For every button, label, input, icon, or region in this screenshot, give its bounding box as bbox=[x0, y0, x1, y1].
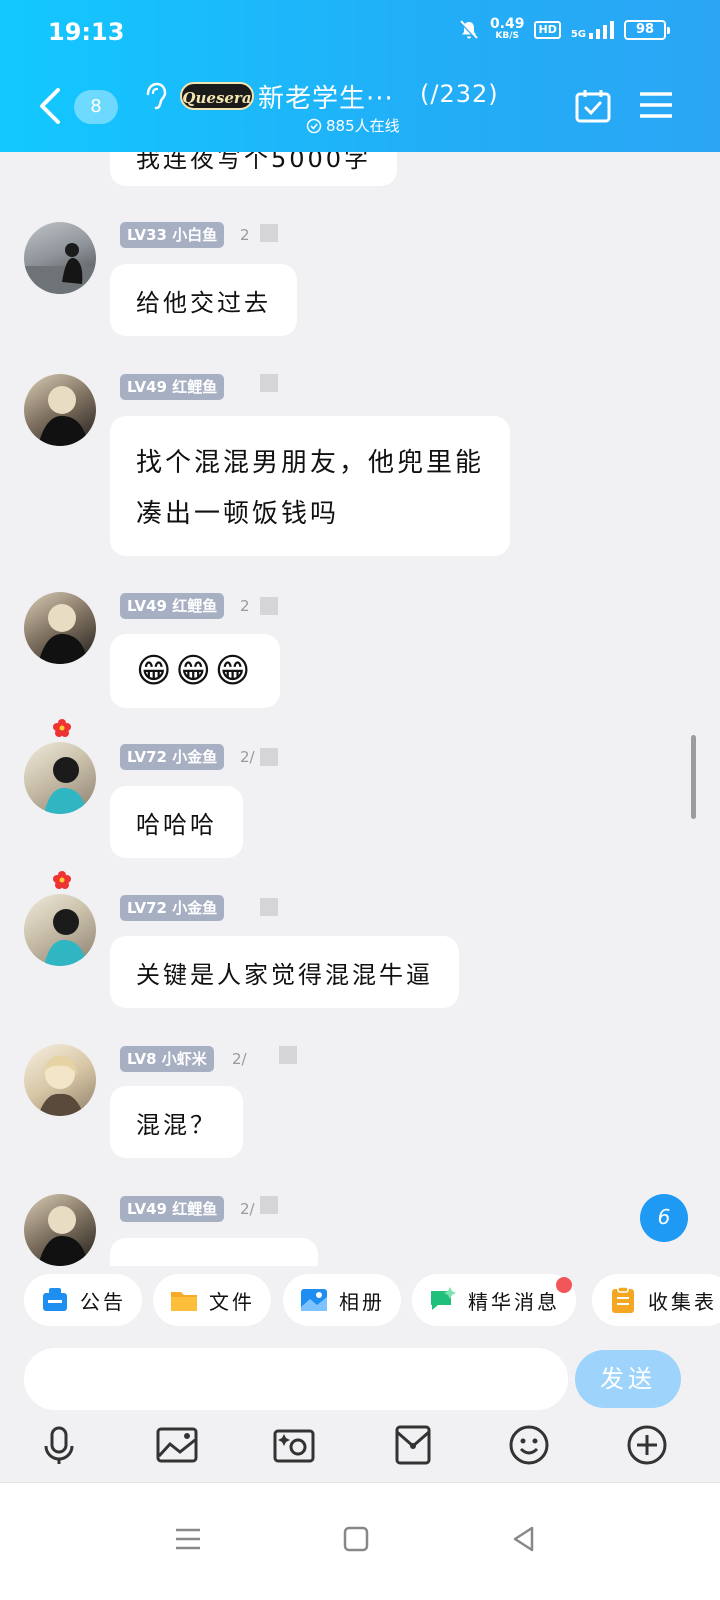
message-meta: 2 bbox=[240, 597, 250, 615]
message-meta: 2/ bbox=[240, 748, 255, 766]
level-badge: LV49 红鲤鱼 bbox=[120, 1196, 225, 1222]
ear-icon[interactable] bbox=[142, 80, 168, 112]
system-navigation-bar bbox=[0, 1482, 720, 1600]
camera-icon[interactable] bbox=[271, 1422, 317, 1468]
folder-icon bbox=[171, 1292, 197, 1311]
menu-icon[interactable] bbox=[638, 90, 674, 120]
album-icon bbox=[301, 1289, 327, 1311]
shortcut-files[interactable]: 文件 bbox=[153, 1274, 271, 1326]
avatar[interactable] bbox=[24, 1194, 96, 1266]
home-icon[interactable] bbox=[340, 1523, 372, 1555]
battery-icon: 98 bbox=[624, 20, 670, 40]
message-bubble[interactable]: 😁😁😁 bbox=[110, 634, 281, 708]
level-badge: LV49 红鲤鱼 bbox=[120, 374, 225, 400]
highlight-message-icon bbox=[431, 1287, 456, 1310]
level-badge: LV72 小金鱼 bbox=[120, 744, 225, 770]
flower-decoration-icon bbox=[53, 719, 71, 737]
avatar[interactable] bbox=[24, 592, 96, 664]
online-check-icon bbox=[306, 118, 322, 133]
title-square bbox=[260, 374, 278, 392]
shortcut-bar: 公告 文件 相册 精华消息 收集表 bbox=[0, 1266, 720, 1336]
avatar[interactable] bbox=[24, 374, 96, 446]
message-bubble[interactable]: 混混？ bbox=[110, 1086, 243, 1158]
avatar[interactable] bbox=[24, 222, 96, 294]
hd-badge: HD bbox=[534, 21, 561, 39]
status-icons: 0.49 KB/S HD 5G 98 bbox=[458, 16, 670, 42]
online-status: 885人在线 bbox=[306, 115, 400, 136]
level-badge: LV8 小虾米 bbox=[120, 1046, 214, 1072]
input-toolbar bbox=[0, 1416, 720, 1480]
image-icon[interactable] bbox=[154, 1422, 200, 1468]
avatar[interactable] bbox=[24, 894, 96, 966]
message-meta: 2/ bbox=[240, 1200, 255, 1218]
mute-bell-icon bbox=[459, 20, 479, 41]
avatar[interactable] bbox=[24, 742, 96, 814]
message-list[interactable]: 我连夜写个5000字 LV33 小白鱼 2 给他交过去 LV49 红鲤鱼 找个混… bbox=[0, 152, 720, 1266]
shortcut-highlights[interactable]: 精华消息 bbox=[412, 1274, 576, 1326]
shortcut-album[interactable]: 相册 bbox=[283, 1274, 401, 1326]
title-square bbox=[260, 898, 278, 916]
chat-header: 19:13 0.49 KB/S HD 5G 98 8 Quesera 新老学生··… bbox=[0, 0, 720, 152]
plus-icon[interactable] bbox=[624, 1422, 670, 1468]
group-title[interactable]: 新老学生··· bbox=[258, 78, 394, 115]
avatar[interactable] bbox=[24, 1044, 96, 1116]
clipboard-icon bbox=[612, 1286, 634, 1313]
microphone-icon[interactable] bbox=[36, 1422, 82, 1468]
recent-apps-icon[interactable] bbox=[172, 1523, 204, 1555]
message-input[interactable] bbox=[24, 1348, 568, 1410]
title-square bbox=[279, 1046, 297, 1064]
level-badge: LV33 小白鱼 bbox=[120, 222, 225, 248]
message-bubble[interactable]: 哈哈哈 bbox=[110, 786, 243, 858]
title-square bbox=[260, 748, 278, 766]
status-time: 19:13 bbox=[48, 18, 125, 46]
level-badge: LV72 小金鱼 bbox=[120, 895, 225, 921]
message-bubble[interactable]: 我连夜写个5000字 bbox=[110, 152, 398, 186]
shortcut-collection[interactable]: 收集表 bbox=[592, 1274, 720, 1326]
title-square bbox=[260, 597, 278, 615]
notification-dot bbox=[556, 1277, 572, 1293]
message-bubble[interactable]: 关键是人家觉得混混牛逼 bbox=[110, 936, 459, 1008]
new-message-count-badge[interactable]: 6 bbox=[640, 1194, 688, 1242]
net-speed: 0.49 KB/S bbox=[489, 16, 525, 41]
title-square bbox=[260, 1196, 278, 1214]
member-count: (/232) bbox=[420, 80, 499, 108]
message-meta: 2 bbox=[240, 226, 250, 244]
message-meta: 2/ bbox=[232, 1050, 247, 1068]
group-logo: Quesera bbox=[180, 82, 254, 110]
level-badge: LV49 红鲤鱼 bbox=[120, 593, 225, 619]
red-packet-icon[interactable] bbox=[390, 1422, 436, 1468]
emoji-icon[interactable] bbox=[506, 1422, 552, 1468]
send-button[interactable]: 发送 bbox=[575, 1350, 681, 1408]
message-bubble[interactable]: 找个混混男朋友，他兜里能 凑出一顿饭钱吗 bbox=[110, 416, 511, 556]
message-bubble[interactable]: 给他交过去 bbox=[110, 264, 297, 336]
title-square bbox=[260, 224, 278, 242]
announcement-icon bbox=[43, 1288, 67, 1311]
shortcut-announcement[interactable]: 公告 bbox=[24, 1274, 142, 1326]
back-arrow-icon[interactable] bbox=[34, 86, 68, 126]
flower-decoration-icon bbox=[53, 871, 71, 889]
calendar-check-icon[interactable] bbox=[574, 88, 612, 124]
unread-count-badge[interactable]: 8 bbox=[74, 90, 118, 124]
message-bubble[interactable] bbox=[110, 1238, 318, 1266]
back-icon[interactable] bbox=[508, 1523, 540, 1555]
signal-icon: 5G bbox=[571, 20, 614, 40]
scrollbar[interactable] bbox=[691, 735, 696, 819]
